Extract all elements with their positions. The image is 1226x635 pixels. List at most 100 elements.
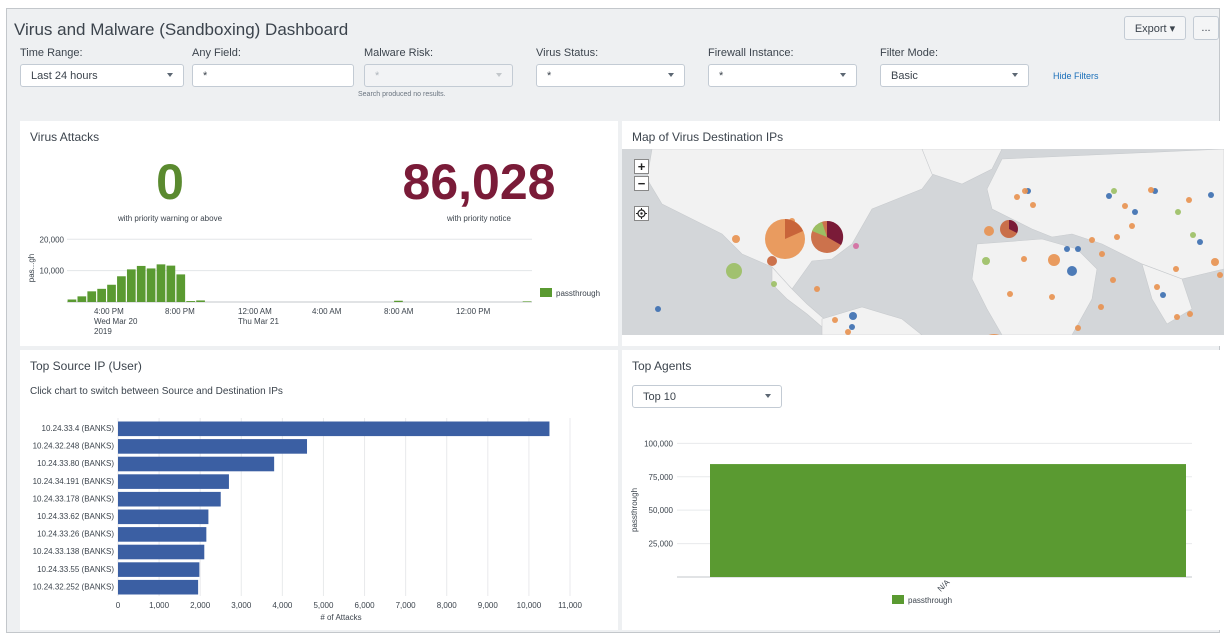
x-tick-label: 8:00 PM (165, 307, 195, 316)
category-label: 10.24.32.248 (BANKS) (33, 442, 115, 451)
x-tick-label: 9,000 (478, 601, 499, 610)
map-marker (1007, 291, 1013, 297)
virus-attacks-panel: Virus Attacks 0 with priority warning or… (20, 121, 618, 346)
map-marker (1174, 314, 1180, 320)
map-marker (1064, 246, 1070, 252)
category-label: 10.24.33.138 (BANKS) (33, 547, 115, 556)
map-marker (1186, 197, 1192, 203)
map-marker (1187, 311, 1193, 317)
timechart-bar (126, 269, 136, 302)
timechart-bar (107, 284, 116, 302)
map-marker (984, 226, 994, 236)
timechart-bar (176, 274, 186, 302)
y-tick-label: 75,000 (649, 473, 674, 482)
map-marker (1022, 188, 1028, 194)
map-marker (726, 263, 742, 279)
legend-label: passthrough (908, 596, 952, 605)
map-marker (1114, 234, 1120, 240)
x-tick-label: 11,000 (558, 601, 582, 610)
map-marker (1049, 294, 1055, 300)
malware-risk-dropdown: * (364, 64, 513, 87)
source-ip-bar (118, 544, 205, 560)
x-tick-label: 2019 (94, 327, 112, 336)
category-label: N/A (936, 577, 952, 593)
timechart-bar (394, 300, 403, 302)
timechart-bar (77, 296, 87, 302)
x-tick-label: 8,000 (437, 601, 458, 610)
malware-risk-value: * (375, 69, 380, 82)
category-label: 10.24.33.178 (BANKS) (33, 494, 115, 503)
zoom-out-button[interactable]: − (634, 176, 649, 191)
source-ip-bar (118, 527, 207, 542)
time-range-value: Last 24 hours (31, 69, 98, 82)
category-label: 10.24.33.26 (BANKS) (37, 530, 114, 539)
virus-status-dropdown[interactable]: * (536, 64, 685, 87)
map-marker (1129, 223, 1135, 229)
map-marker (1197, 239, 1203, 245)
map-marker (1099, 251, 1105, 257)
virus-status-value: * (547, 69, 552, 82)
more-button[interactable]: ... (1193, 16, 1219, 40)
map-marker (1014, 194, 1020, 200)
zoom-in-button[interactable]: + (634, 159, 649, 174)
map-marker (1173, 266, 1179, 272)
filter-mode-dropdown[interactable]: Basic (880, 64, 1029, 87)
source-ip-bar (118, 491, 221, 507)
map-marker (1111, 188, 1117, 194)
timechart[interactable]: 20,000 10,000 pas...gh 4:00 PMWed Mar 20201… (20, 121, 618, 346)
map-marker (1175, 209, 1181, 215)
map-marker (814, 286, 820, 292)
source-ip-bar (118, 474, 229, 489)
chevron-down-icon (1012, 73, 1018, 77)
legend-swatch (892, 595, 904, 604)
category-label: 10.24.33.80 (BANKS) (37, 459, 114, 468)
map-marker (849, 324, 855, 330)
firewall-instance-dropdown[interactable]: * (708, 64, 857, 87)
x-tick-label: 5,000 (313, 601, 334, 610)
firewall-instance-label: Firewall Instance: (708, 47, 794, 59)
firewall-instance-value: * (719, 69, 724, 82)
any-field-input[interactable]: * (192, 64, 354, 87)
timechart-bar (67, 299, 77, 302)
timechart-bar (97, 288, 106, 302)
timechart-bar (156, 264, 166, 302)
map-marker (982, 257, 990, 265)
time-range-dropdown[interactable]: Last 24 hours (20, 64, 184, 87)
source-ip-bar (118, 439, 308, 454)
map-marker (732, 235, 740, 243)
timechart-bar (186, 301, 196, 302)
map-marker (1217, 272, 1223, 278)
y-tick-label: 100,000 (644, 439, 673, 448)
map-marker (1089, 237, 1095, 243)
map-marker (1110, 277, 1116, 283)
export-button[interactable]: Export ▾ (1124, 16, 1186, 40)
x-tick-label: 2,000 (190, 601, 211, 610)
map-marker (1132, 209, 1138, 215)
x-tick-label: 12:00 AM (238, 307, 272, 316)
source-ip-bar (118, 579, 199, 595)
filter-mode-label: Filter Mode: (880, 47, 939, 59)
timechart-bar (522, 301, 532, 302)
x-tick-label: Thu Mar 21 (238, 317, 279, 326)
map-marker (1154, 284, 1160, 290)
map-marker (832, 317, 838, 323)
map-marker (767, 256, 777, 266)
time-range-label: Time Range: (20, 47, 83, 59)
y-tick-label: 20,000 (40, 235, 65, 244)
map-panel: Map of Virus Destination IPs + − (622, 121, 1224, 346)
x-axis-label: # of Attacks (320, 613, 361, 622)
top-source-panel: Top Source IP (User) Click chart to swit… (20, 350, 618, 630)
chevron-down-icon (668, 73, 674, 77)
filter-mode-value: Basic (891, 69, 918, 82)
y-axis-label: passthrough (630, 488, 639, 532)
top-agents-chart[interactable]: 100,000 75,000 50,000 25,000 passthrough N/A p… (622, 350, 1224, 630)
locate-icon[interactable] (634, 206, 649, 221)
top-source-chart[interactable]: 0 1,000 2,000 3,000 4,000 5,000 6,000 7,000 8,00… (20, 350, 618, 630)
x-tick-label: 10,000 (517, 601, 542, 610)
chevron-down-icon (167, 73, 173, 77)
timechart-bar (166, 265, 176, 302)
world-map[interactable] (622, 149, 1224, 335)
x-tick-label: 1,000 (149, 601, 170, 610)
timechart-bar (146, 268, 156, 302)
hide-filters-link[interactable]: Hide Filters (1053, 71, 1099, 81)
